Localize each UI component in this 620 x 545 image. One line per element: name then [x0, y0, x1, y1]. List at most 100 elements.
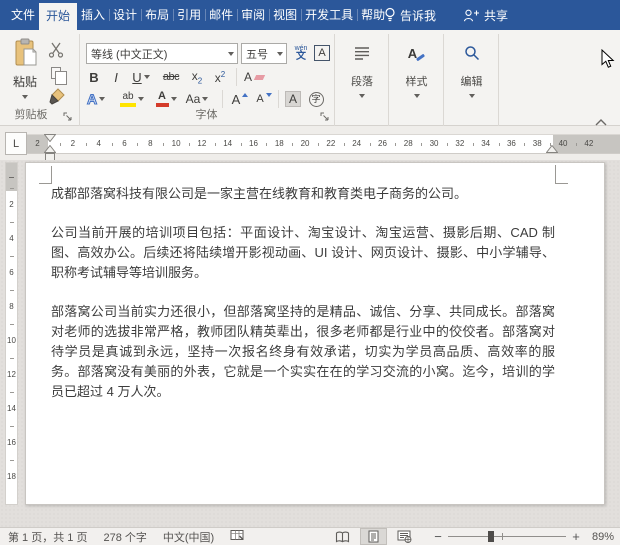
- chevron-down-icon[interactable]: [202, 97, 209, 101]
- zoom-slider[interactable]: [448, 528, 566, 545]
- ribbon-tab[interactable]: 审阅: [237, 0, 269, 30]
- phonetic-guide-icon: wén 文: [294, 44, 308, 62]
- macro-record-button[interactable]: [230, 529, 244, 544]
- language-indicator[interactable]: 中文(中国): [163, 529, 214, 545]
- underline-button[interactable]: U: [128, 67, 154, 87]
- ruler-row: L 2 2 4 6 8 10 12 14 16 18 20 22 24 26 28 30 32 34 36 38 40…: [0, 126, 620, 161]
- document-paragraph[interactable]: 公司当前开展的培训项目包括：平面设计、淘宝设计、淘宝运营、摄影后期、CAD 制图…: [51, 223, 555, 283]
- chevron-down-icon[interactable]: [170, 97, 177, 101]
- document-paragraph[interactable]: 成都部落窝科技有限公司是一家主营在线教育和教育类电子商务的公司。: [51, 184, 555, 204]
- document-canvas: 2 4 6 8 10 12 14 16 18 成都部落窝科技有限公司是一家主营在线教育和教育类电…: [0, 160, 620, 527]
- ribbon-tab[interactable]: 邮件: [205, 0, 237, 30]
- strikethrough-button[interactable]: abc: [158, 67, 184, 87]
- phonetic-guide-button[interactable]: wén 文: [291, 41, 311, 65]
- zoom-out-button[interactable]: −: [432, 529, 444, 544]
- ruler-number: 16: [6, 426, 17, 470]
- magnifier-icon: [464, 46, 479, 61]
- document-paragraph[interactable]: 部落窝公司当前实力还很小，但部落窝坚持的是精品、诚信、分享、共同成长。部落窝对老…: [51, 302, 555, 402]
- styles-group-button[interactable]: A 样式: [390, 30, 443, 126]
- italic-button[interactable]: I: [108, 67, 124, 87]
- clipboard-group-label: 剪贴板: [14, 109, 48, 121]
- ribbon-tab[interactable]: 开始: [39, 3, 78, 30]
- superscript-button[interactable]: x2: [209, 67, 231, 87]
- bold-button[interactable]: B: [84, 67, 104, 87]
- copy-button[interactable]: [44, 63, 68, 85]
- document-page[interactable]: 成都部落窝科技有限公司是一家主营在线教育和教育类电子商务的公司。公司当前开展的培…: [25, 162, 605, 505]
- ribbon-tab[interactable]: 视图: [269, 0, 301, 30]
- font-size-combo[interactable]: 五号: [241, 43, 287, 64]
- zoom-in-button[interactable]: +: [570, 529, 582, 544]
- font-dialog-launcher[interactable]: [318, 110, 330, 122]
- editing-group-label: 编辑: [460, 76, 483, 88]
- vertical-ruler[interactable]: 2 4 6 8 10 12 14 16 18: [5, 162, 18, 505]
- chevron-down-icon: [359, 94, 365, 98]
- macro-record-icon: [230, 530, 244, 540]
- format-painter-button[interactable]: [44, 86, 68, 106]
- tab-selector-box[interactable]: L: [5, 132, 27, 155]
- ruler-number: 14: [214, 135, 241, 153]
- ruler-number: 30: [421, 135, 447, 153]
- chevron-down-icon[interactable]: [228, 51, 234, 56]
- tell-me-button[interactable]: 告诉我: [384, 0, 436, 30]
- paste-dropdown-caret[interactable]: [22, 95, 28, 99]
- ruler-number: 6: [111, 135, 138, 153]
- chevron-down-icon[interactable]: [138, 97, 144, 101]
- share-button[interactable]: 共享: [463, 0, 508, 30]
- ribbon-tab[interactable]: 布局: [141, 0, 173, 30]
- read-mode-button[interactable]: [329, 528, 356, 545]
- ruler-number: 34: [472, 135, 499, 153]
- ruler-number: 10: [6, 324, 17, 368]
- paragraph-group-button[interactable]: 段落: [336, 30, 388, 126]
- cut-button[interactable]: [44, 40, 68, 60]
- character-border-button[interactable]: A: [312, 43, 332, 63]
- zoom-slider-track[interactable]: [448, 536, 566, 537]
- text-boundary-mark: [555, 165, 556, 184]
- zoom-slider-thumb[interactable]: [488, 531, 494, 542]
- ruler-numbers: 2 4 6 8 10 12 14 16 18: [6, 188, 17, 504]
- word-count[interactable]: 278 个字: [103, 529, 146, 545]
- print-layout-button[interactable]: [360, 528, 387, 545]
- ribbon-tab[interactable]: 开发工具: [301, 0, 357, 30]
- horizontal-ruler[interactable]: 2 2 4 6 8 10 12 14 16 18 20 22 24 26 28 30 32 34 36 38 40 42: [27, 134, 620, 161]
- subscript-button[interactable]: x2: [186, 67, 208, 87]
- right-indent-marker[interactable]: [546, 145, 558, 153]
- ribbon-tab[interactable]: 插入: [77, 0, 109, 30]
- button-separator: [236, 68, 237, 86]
- first-line-indent-marker[interactable]: [44, 134, 56, 142]
- paste-button[interactable]: 粘贴: [6, 38, 44, 114]
- editing-group-button[interactable]: 编辑: [445, 30, 498, 126]
- zoom-level[interactable]: 89%: [586, 531, 618, 543]
- ruler-number: 22: [317, 135, 344, 153]
- share-label: 共享: [484, 8, 509, 23]
- ruler-number: 12: [6, 358, 17, 402]
- share-person-icon: [463, 9, 479, 21]
- scissors-icon: [48, 42, 64, 58]
- ruler-number: 26: [369, 135, 396, 153]
- ruler-number: 2: [6, 188, 17, 232]
- ribbon-tabs: 文件 开始 插入 设计 布局 引用 邮件 审阅 视图 开发工具 帮助: [7, 0, 389, 30]
- clear-formatting-button[interactable]: A: [240, 67, 268, 87]
- ruler-numbers: 2 4 6 8 10 12 14 16 18 20 22 24 26 28 30 32 34 36 38 40 42: [60, 135, 602, 153]
- ribbon: 粘贴 剪贴板 等线 (中文正文) 五号 wén 文 A B I U abc x2…: [0, 30, 620, 146]
- ribbon-tab[interactable]: 设计: [109, 0, 141, 30]
- tell-me-label: 告诉我: [400, 8, 437, 23]
- clipboard-dialog-launcher[interactable]: [61, 110, 73, 122]
- ribbon-tab[interactable]: 文件: [7, 0, 39, 30]
- ruler-number: 36: [498, 135, 525, 153]
- caret-down-icon: [265, 93, 272, 97]
- hanging-indent-marker[interactable]: [44, 145, 56, 153]
- chevron-down-icon[interactable]: [143, 75, 150, 79]
- font-name-combo[interactable]: 等线 (中文正文): [86, 43, 238, 64]
- ruler-number: 24: [343, 135, 370, 153]
- font-size-value: 五号: [246, 48, 268, 61]
- page-info[interactable]: 第 1 页，共 1 页: [8, 529, 87, 545]
- chevron-down-icon[interactable]: [277, 51, 283, 56]
- web-layout-icon: [397, 530, 412, 543]
- caret-up-icon: [242, 93, 249, 97]
- lightbulb-icon: [385, 7, 395, 21]
- ruler-number: 20: [292, 135, 318, 153]
- ribbon-tab[interactable]: 引用: [173, 0, 205, 30]
- chevron-down-icon[interactable]: [99, 97, 106, 101]
- paragraph-lines-icon: [355, 47, 369, 60]
- web-layout-button[interactable]: [391, 528, 418, 545]
